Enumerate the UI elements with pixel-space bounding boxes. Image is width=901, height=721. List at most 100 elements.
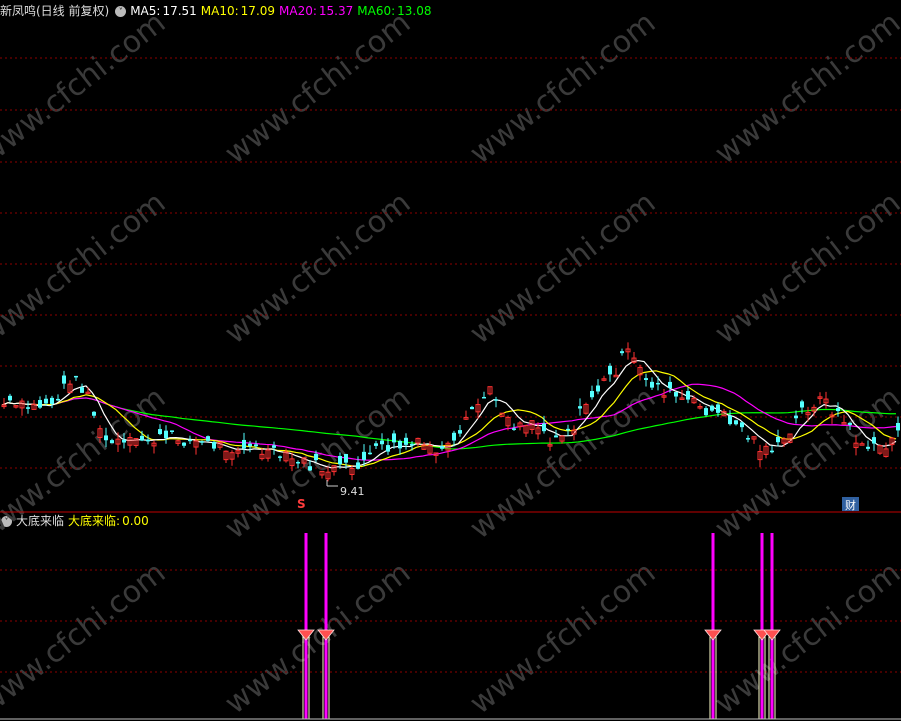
candlestick bbox=[656, 376, 660, 391]
low-price-marker: 9.41 bbox=[326, 480, 365, 498]
candlestick bbox=[8, 393, 12, 403]
candlestick bbox=[217, 441, 223, 450]
candlestick bbox=[529, 420, 535, 434]
candlestick bbox=[356, 456, 360, 470]
candlestick bbox=[728, 410, 732, 426]
watermark-text: www.cfchi.com bbox=[708, 380, 901, 546]
watermark-text: www.cfchi.com bbox=[0, 380, 172, 546]
candlestick bbox=[836, 402, 840, 417]
watermark-text: www.cfchi.com bbox=[708, 555, 901, 721]
candlestick bbox=[625, 342, 631, 360]
candlestick bbox=[265, 445, 271, 462]
candlestick bbox=[170, 430, 174, 434]
candlestick bbox=[50, 395, 54, 409]
candlestick bbox=[776, 429, 780, 447]
watermark-text: www.cfchi.com bbox=[0, 5, 172, 171]
candlestick bbox=[56, 394, 60, 401]
candlestick bbox=[182, 442, 186, 448]
watermark-text: www.cfchi.com bbox=[463, 5, 662, 171]
cai-marker[interactable]: 财 bbox=[842, 497, 859, 512]
watermark-text: www.cfchi.com bbox=[218, 185, 417, 351]
candlestick bbox=[62, 370, 66, 389]
candlestick bbox=[272, 441, 276, 455]
candlestick bbox=[674, 391, 678, 403]
candlestick bbox=[620, 348, 624, 356]
candlestick bbox=[697, 403, 703, 410]
candlestick bbox=[398, 439, 402, 455]
candlestick bbox=[817, 392, 823, 405]
cai-label: 财 bbox=[845, 498, 856, 512]
candlestick bbox=[883, 442, 889, 458]
candlestick bbox=[494, 396, 498, 408]
candlestick bbox=[896, 416, 900, 437]
watermark-text: www.cfchi.com bbox=[218, 5, 417, 171]
candlestick bbox=[74, 375, 78, 381]
candlestick bbox=[26, 400, 30, 414]
candlestick bbox=[85, 387, 91, 395]
candlestick bbox=[734, 419, 738, 426]
candlestick bbox=[229, 450, 235, 466]
candlestick bbox=[578, 398, 582, 416]
candlestick bbox=[374, 440, 378, 449]
candlestick bbox=[583, 402, 589, 415]
candlestick bbox=[445, 441, 451, 458]
candlestick bbox=[763, 443, 769, 459]
candlestick bbox=[206, 435, 210, 443]
candlestick bbox=[704, 406, 708, 417]
candlestick bbox=[415, 437, 421, 447]
candlestick bbox=[517, 420, 523, 431]
candlestick bbox=[770, 445, 774, 454]
watermark-text: www.cfchi.com bbox=[0, 185, 172, 351]
candlestick bbox=[200, 440, 204, 446]
candlestick bbox=[482, 391, 486, 399]
candlestick bbox=[259, 448, 265, 461]
price-chart[interactable]: www.cfchi.com www.cfchi.com www.cfchi.com w… bbox=[0, 0, 901, 721]
candlestick bbox=[637, 364, 643, 381]
candlestick bbox=[242, 432, 246, 454]
watermark-text: www.cfchi.com bbox=[708, 5, 901, 171]
s-marker[interactable]: S bbox=[297, 497, 306, 511]
candlestick bbox=[463, 410, 469, 420]
candlestick bbox=[644, 373, 648, 387]
watermark-text: www.cfchi.com bbox=[0, 555, 172, 721]
candlestick bbox=[223, 450, 229, 463]
candlestick bbox=[487, 386, 493, 396]
candlestick bbox=[746, 435, 750, 443]
candlestick bbox=[392, 430, 396, 449]
candlestick bbox=[188, 435, 192, 444]
candlestick bbox=[278, 455, 282, 462]
candlestick bbox=[38, 396, 42, 409]
watermarks: www.cfchi.com www.cfchi.com www.cfchi.com w… bbox=[0, 5, 901, 721]
candlestick bbox=[175, 439, 181, 446]
candlestick bbox=[596, 379, 600, 395]
candlestick bbox=[151, 440, 157, 454]
candlestick bbox=[889, 437, 895, 452]
candlestick bbox=[19, 398, 25, 416]
candlestick bbox=[470, 405, 474, 410]
candlestick bbox=[80, 383, 84, 393]
candlestick bbox=[601, 375, 607, 382]
low-price-label: 9.41 bbox=[340, 485, 365, 498]
candlestick bbox=[590, 385, 594, 400]
watermark-text: www.cfchi.com bbox=[218, 555, 417, 721]
candlestick bbox=[740, 421, 744, 432]
candlestick bbox=[710, 404, 714, 413]
candlestick bbox=[158, 424, 162, 436]
candlestick bbox=[686, 387, 690, 404]
watermark-text: www.cfchi.com bbox=[463, 555, 662, 721]
candlestick bbox=[877, 444, 883, 455]
indicator-signals bbox=[297, 533, 781, 719]
watermark-text: www.cfchi.com bbox=[708, 185, 901, 351]
watermark-text: www.cfchi.com bbox=[463, 185, 662, 351]
candlestick bbox=[212, 440, 216, 452]
candlestick bbox=[866, 440, 870, 452]
candlestick bbox=[146, 434, 150, 445]
candlestick bbox=[631, 351, 637, 365]
candlestick bbox=[661, 389, 667, 403]
candlestick bbox=[164, 425, 168, 444]
candlestick bbox=[751, 436, 757, 444]
candlestick bbox=[404, 433, 408, 450]
candlestick bbox=[368, 445, 372, 455]
candlestick bbox=[458, 425, 462, 437]
candlestick bbox=[757, 444, 763, 468]
